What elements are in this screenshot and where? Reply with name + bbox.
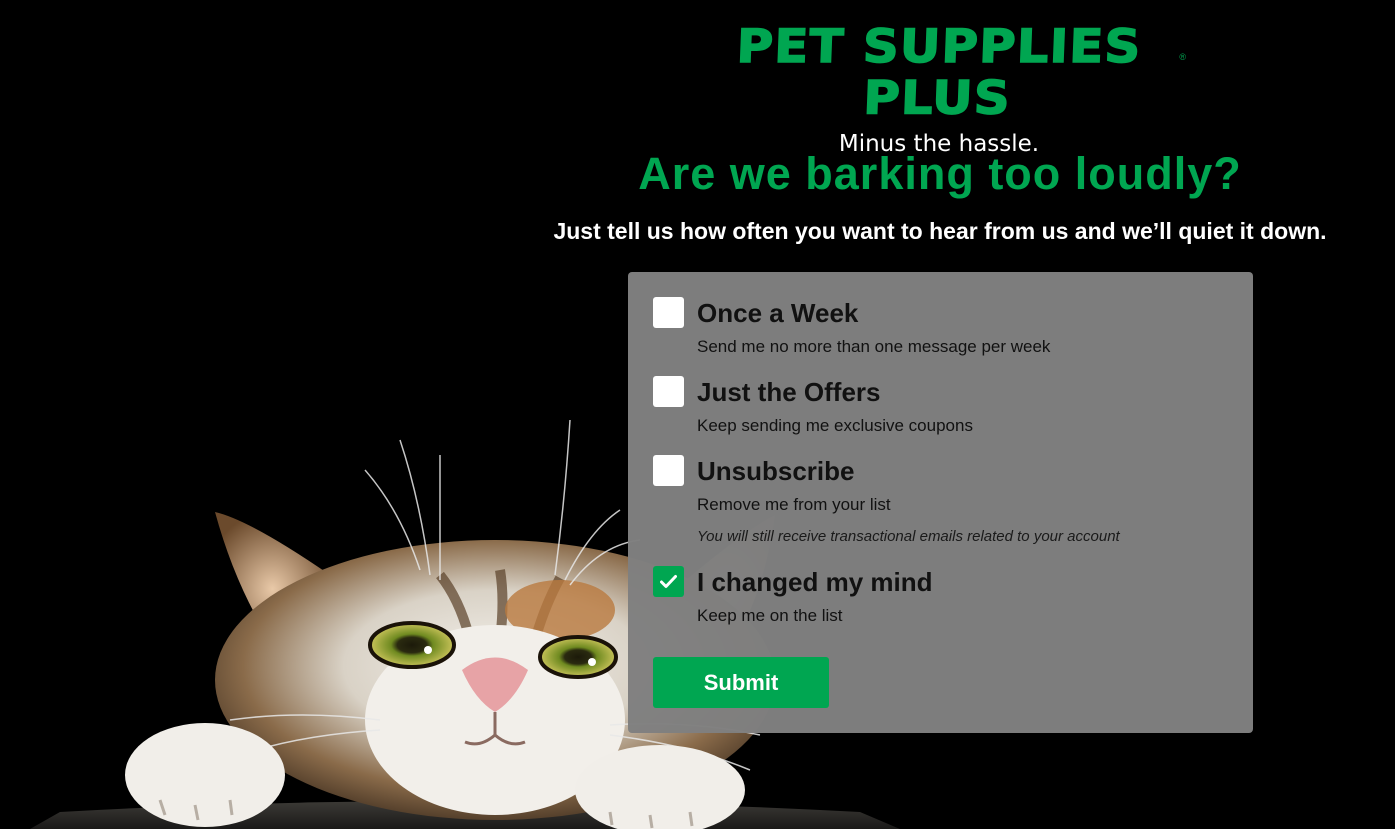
option-label[interactable]: Unsubscribe	[697, 455, 855, 487]
transactional-note: You will still receive transactional ema…	[697, 528, 1120, 545]
logo-wordmark: PET SUPPLIES PLUS	[735, 19, 1143, 125]
once-a-week-checkbox[interactable]	[653, 297, 684, 328]
unsubscribe-page: PET SUPPLIES PLUS ® Minus the hassle. Ar…	[0, 0, 1395, 829]
option-description: Remove me from your list	[697, 495, 891, 514]
option-label[interactable]: Just the Offers	[697, 376, 881, 408]
checkmark-icon	[660, 575, 677, 588]
registered-mark: ®	[1179, 52, 1186, 62]
just-the-offers-checkbox[interactable]	[653, 376, 684, 407]
submit-button[interactable]: Submit	[653, 657, 829, 708]
email-preferences-form: Once a Week Send me no more than one mes…	[628, 272, 1253, 733]
changed-my-mind-checkbox[interactable]	[653, 566, 684, 597]
unsubscribe-checkbox[interactable]	[653, 455, 684, 486]
option-label[interactable]: Once a Week	[697, 297, 858, 329]
option-description: Keep me on the list	[697, 606, 843, 625]
page-subtitle: Just tell us how often you want to hear …	[553, 218, 1327, 244]
page-title: Are we barking too loudly?	[638, 148, 1242, 199]
brand-logo[interactable]: PET SUPPLIES PLUS ® Minus the hassle.	[688, 16, 1188, 157]
option-description: Keep sending me exclusive coupons	[697, 416, 973, 435]
option-label[interactable]: I changed my mind	[697, 566, 933, 598]
option-description: Send me no more than one message per wee…	[697, 337, 1051, 356]
